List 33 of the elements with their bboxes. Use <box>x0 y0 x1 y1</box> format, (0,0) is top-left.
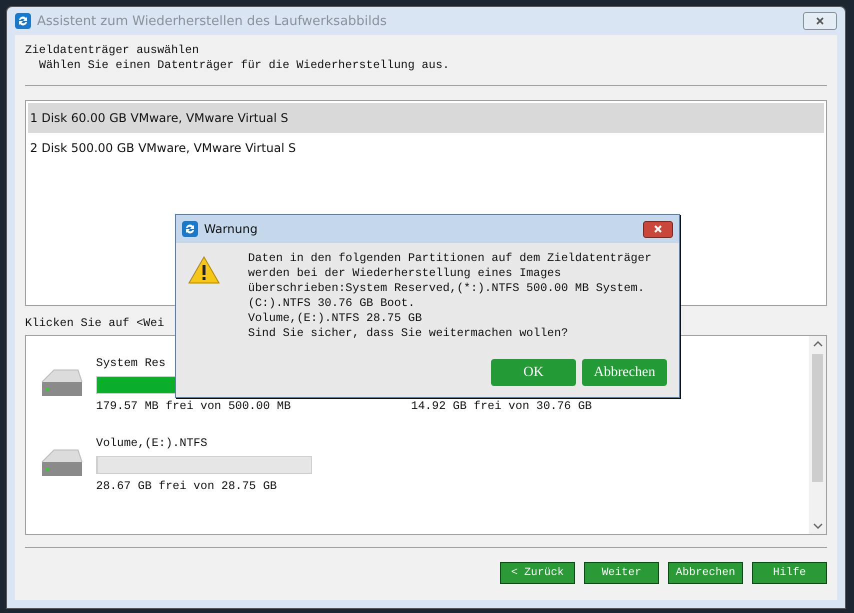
window-title: Assistent zum Wiederherstellen des Laufwerksabbilds <box>37 14 388 28</box>
warning-message-line: (C:).NTFS 30.76 GB Boot. <box>248 296 416 311</box>
warning-icon <box>188 255 220 285</box>
instruction-text: Klicken Sie auf <Wei <box>25 316 164 331</box>
disk-item[interactable]: 1 Disk 60.00 GB VMware, VMware Virtual S <box>28 103 824 133</box>
close-icon[interactable] <box>815 16 825 26</box>
partition-name: System Res <box>96 356 167 371</box>
page-subheading: Wählen Sie einen Datenträger für die Wiederherstellung aus. <box>38 58 450 73</box>
scrollbar[interactable] <box>809 336 826 534</box>
warning-message-line: Sind Sie sicher, dass Sie weitermachen wollen? <box>248 326 570 341</box>
wizard-button[interactable]: Hilfe <box>752 562 827 584</box>
page-heading: Zieldatenträger auswählen <box>25 43 200 58</box>
warning-message-line: werden bei der Wiederherstellung eines Images <box>248 266 562 281</box>
wizard-button[interactable]: < Zurück <box>500 562 575 584</box>
dialog-button[interactable]: OK <box>491 359 576 386</box>
dialog-button[interactable]: Abbrechen <box>582 359 667 386</box>
partition-name: Volume,(E:).NTFS <box>96 436 208 451</box>
app-logo-icon <box>15 13 31 29</box>
close-button[interactable] <box>643 220 673 238</box>
warning-message-line: Daten in den folgenden Partitionen auf dem Zieldatenträger <box>248 251 652 266</box>
wizard-button[interactable]: Weiter <box>584 562 659 584</box>
close-button[interactable] <box>803 12 837 30</box>
app-logo-icon <box>182 221 198 237</box>
scroll-up-icon[interactable] <box>812 340 822 348</box>
warning-message-line: überschrieben:System Reserved,(*:).NTFS 500.00 MB System. <box>248 281 646 296</box>
free-space-text: 14.92 GB frei von 30.76 GB <box>411 399 593 414</box>
disk-item[interactable]: 2 Disk 500.00 GB VMware, VMware Virtual S <box>28 133 824 163</box>
warning-message-line: Volume,(E:).NTFS 28.75 GB <box>248 311 423 326</box>
wizard-button[interactable]: Abbrechen <box>668 562 743 584</box>
scroll-down-icon[interactable] <box>812 522 822 530</box>
dialog-title: Warnung <box>204 222 259 236</box>
free-space-text: 179.57 MB frei von 500.00 MB <box>96 399 292 414</box>
free-space-text: 28.67 GB frei von 28.75 GB <box>96 479 278 494</box>
